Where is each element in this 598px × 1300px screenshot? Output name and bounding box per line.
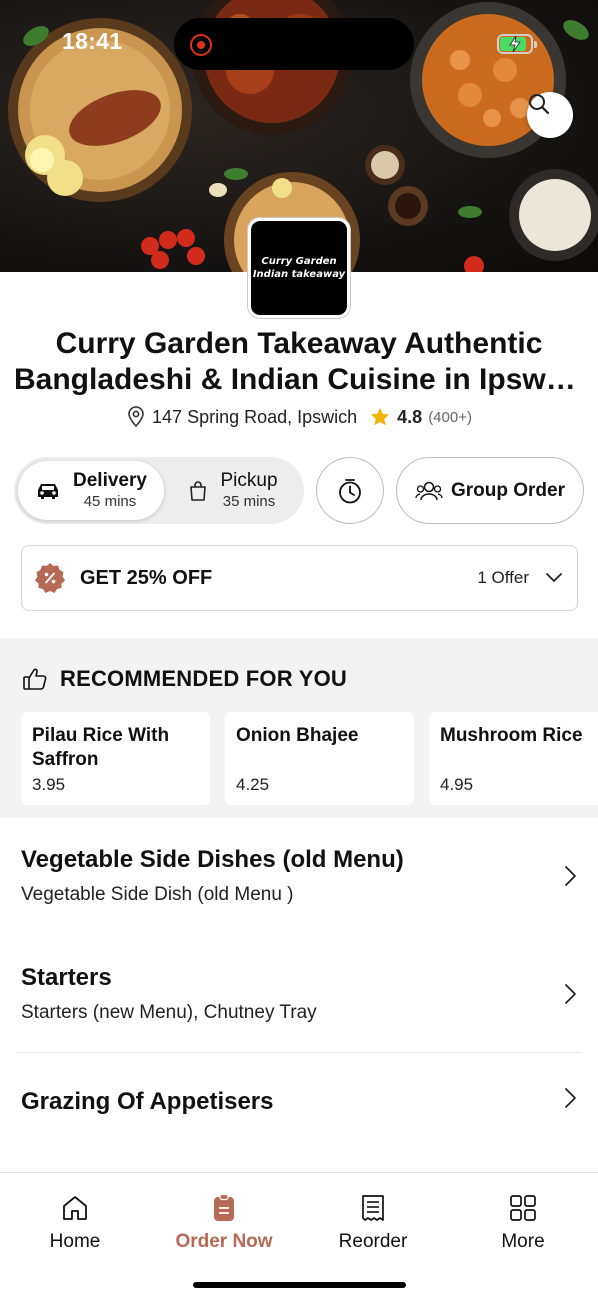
discount-badge-icon — [35, 563, 65, 593]
item-price: 4.25 — [236, 775, 270, 794]
pickup-time: 35 mins — [222, 492, 276, 510]
recommended-section: RECOMMENDED FOR YOU Pilau Rice With Saff… — [0, 638, 598, 818]
pickup-label: Pickup — [220, 469, 278, 491]
offer-count: 1 Offer — [477, 568, 529, 587]
tab-order-now[interactable]: Order Now — [149, 1193, 299, 1253]
group-icon — [415, 481, 443, 500]
restaurant-name-line-1: Curry Garden Takeaway Authentic — [55, 327, 543, 360]
receipt-icon — [362, 1195, 384, 1221]
category-subtitle: Vegetable Side Dish (old Menu ) — [21, 884, 294, 905]
item-name: Pilau Rice With Saffron — [32, 725, 170, 770]
recommended-heading: RECOMMENDED FOR YOU — [22, 666, 347, 692]
restaurant-name: Curry Garden Takeaway Authentic Banglade… — [14, 326, 584, 398]
bag-icon — [190, 480, 207, 501]
item-price: 4.95 — [440, 775, 474, 794]
tab-label: Order Now — [175, 1231, 273, 1252]
order-icon — [214, 1193, 234, 1221]
tab-label: Home — [49, 1231, 101, 1252]
grid-icon — [510, 1195, 536, 1221]
group-order-button[interactable]: Group Order — [396, 457, 584, 524]
home-icon — [63, 1196, 87, 1220]
chevron-right-icon — [565, 1088, 576, 1108]
recommended-list: Pilau Rice With Saffron 3.95 Onion Bhaje… — [21, 712, 598, 805]
bottom-tab-bar: Home Order Now Reorder More — [0, 1172, 598, 1300]
category-title: Vegetable Side Dishes (old Menu) — [21, 846, 404, 873]
item-price: 3.95 — [32, 775, 66, 794]
recommended-item[interactable]: Pilau Rice With Saffron 3.95 — [21, 712, 210, 805]
thumbs-up-icon — [23, 668, 47, 690]
chevron-down-icon — [546, 573, 562, 582]
restaurant-info: 147 Spring Road, Ipswich 4.8 (400+) — [0, 406, 598, 428]
category-title: Grazing Of Appetisers — [21, 1088, 274, 1115]
battery-icon — [497, 34, 537, 54]
chevron-right-icon — [565, 984, 576, 1004]
delivery-time: 45 mins — [83, 492, 137, 510]
restaurant-name-line-2: Bangladeshi & Indian Cuisine in Ipswic..… — [14, 363, 584, 396]
category-row[interactable]: Grazing Of Appetisers — [0, 1072, 598, 1162]
restaurant-logo: Curry Garden Indian takeaway — [248, 218, 350, 318]
offer-banner[interactable]: GET 25% OFF 1 Offer — [21, 545, 578, 611]
order-mode-switch: Delivery 45 mins Pickup 35 mins — [14, 457, 304, 524]
recommended-item[interactable]: Mushroom Rice 4.95 — [429, 712, 598, 805]
tab-label: More — [501, 1231, 545, 1252]
category-title: Starters — [21, 964, 112, 991]
recording-icon — [190, 34, 212, 56]
group-order-label: Group Order — [450, 479, 565, 501]
timer-icon — [339, 478, 361, 503]
item-name: Mushroom Rice — [440, 725, 583, 746]
recommended-heading-text: RECOMMENDED FOR YOU — [60, 666, 347, 691]
status-time: 18:41 — [62, 28, 123, 54]
category-row[interactable]: Starters Starters (new Menu), Chutney Tr… — [0, 948, 598, 1058]
delivery-option[interactable]: Delivery 45 mins — [18, 461, 164, 520]
rating-value: 4.8 — [397, 406, 423, 427]
home-indicator — [193, 1282, 406, 1288]
tab-reorder[interactable]: Reorder — [298, 1193, 448, 1253]
search-icon — [529, 94, 550, 115]
recommended-item[interactable]: Onion Bhajee 4.25 — [225, 712, 414, 805]
offer-title: GET 25% OFF — [80, 566, 213, 589]
item-name: Onion Bhajee — [236, 725, 359, 746]
search-button[interactable] — [527, 92, 573, 138]
chevron-right-icon — [565, 866, 576, 886]
tab-home[interactable]: Home — [0, 1193, 150, 1253]
location-pin-icon — [128, 406, 144, 428]
schedule-button[interactable] — [316, 457, 384, 524]
restaurant-address: 147 Spring Road, Ipswich — [152, 406, 358, 427]
rating-count: (400+) — [428, 408, 472, 426]
divider — [16, 1052, 582, 1053]
category-row[interactable]: Vegetable Side Dishes (old Menu) Vegetab… — [0, 830, 598, 940]
category-subtitle: Starters (new Menu), Chutney Tray — [21, 1002, 317, 1023]
tab-more[interactable]: More — [448, 1193, 598, 1253]
pickup-option[interactable]: Pickup 35 mins — [166, 461, 300, 520]
star-icon — [370, 407, 390, 426]
car-icon — [38, 483, 59, 499]
delivery-label: Delivery — [73, 469, 147, 491]
tab-label: Reorder — [338, 1231, 408, 1252]
